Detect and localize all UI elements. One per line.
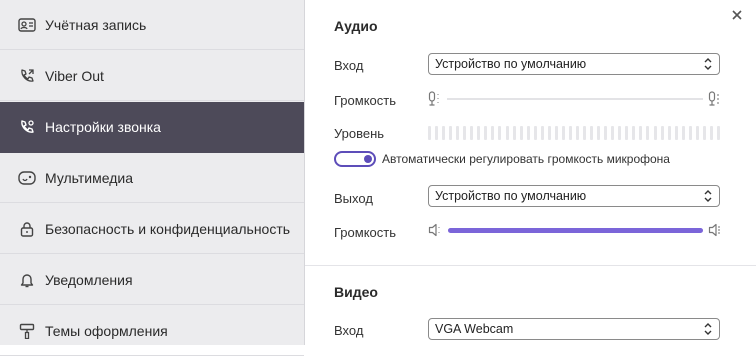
level-segment (575, 126, 579, 140)
level-segment (639, 126, 643, 140)
level-segment (716, 126, 720, 140)
sidebar-item-account[interactable]: Учётная запись (0, 0, 304, 50)
level-segment (540, 126, 544, 140)
sidebar-item-label: Viber Out (45, 67, 104, 84)
sidebar-item-label: Уведомления (45, 271, 133, 288)
level-label: Уровень (334, 126, 385, 141)
sidebar-item-viber-out[interactable]: Viber Out (0, 51, 304, 101)
section-divider (305, 265, 756, 266)
level-segment (618, 126, 622, 140)
level-segment (484, 126, 488, 140)
video-input-label: Вход (334, 323, 364, 338)
sidebar-item-label: Настройки звонка (45, 119, 161, 135)
level-segment (470, 126, 474, 140)
level-segment (554, 126, 558, 140)
output-volume-fill (448, 228, 703, 233)
mic-low-icon (428, 91, 442, 110)
level-segment (442, 126, 446, 140)
level-segment (681, 126, 685, 140)
toggle-knob (364, 155, 372, 163)
level-segment (505, 126, 509, 140)
account-card-icon (18, 16, 36, 34)
audio-output-label: Выход (334, 191, 373, 206)
level-segment (449, 126, 453, 140)
level-segment (583, 126, 587, 140)
sidebar-item-security[interactable]: Безопасность и конфиденциальность (0, 204, 304, 254)
level-segment (688, 126, 692, 140)
level-segment (435, 126, 439, 140)
close-icon[interactable] (730, 8, 744, 22)
level-segment (519, 126, 523, 140)
sidebar-item-label: Мультимедиа (45, 169, 133, 186)
video-input-select[interactable]: VGA Webcam (428, 318, 720, 340)
level-segment (477, 126, 481, 140)
lock-icon (18, 220, 36, 238)
chevron-updown-icon (703, 57, 713, 74)
level-segment (646, 126, 650, 140)
level-segment (667, 126, 671, 140)
level-meter (428, 126, 720, 140)
speaker-low-icon (428, 223, 444, 240)
chevron-updown-icon (703, 189, 713, 206)
output-volume-label: Громкость (334, 225, 396, 240)
audio-input-value: Устройство по умолчанию (435, 57, 587, 71)
level-segment (660, 126, 664, 140)
level-segment (632, 126, 636, 140)
level-segment (674, 126, 678, 140)
input-volume-slider[interactable] (447, 98, 703, 100)
level-segment (428, 126, 431, 140)
sidebar-item-label: Безопасность и конфиденциальность (45, 220, 291, 237)
auto-adjust-toggle[interactable] (334, 151, 376, 167)
paint-roller-icon (18, 322, 36, 340)
level-segment (590, 126, 594, 140)
level-segment (597, 126, 601, 140)
speaker-high-icon (708, 223, 724, 240)
sidebar-item-notifications[interactable]: Уведомления (0, 255, 304, 305)
multimedia-icon (18, 169, 36, 187)
auto-adjust-label: Автоматически регулировать громкость мик… (382, 152, 670, 166)
level-segment (709, 126, 713, 140)
audio-section-title: Аудио (334, 18, 378, 34)
sidebar-item-themes[interactable]: Темы оформления (0, 306, 304, 356)
settings-sidebar: Учётная запись Viber Out Настройки звонк… (0, 0, 305, 356)
level-segment (695, 126, 699, 140)
level-segment (547, 126, 551, 140)
level-segment (533, 126, 537, 140)
level-segment (498, 126, 502, 140)
chevron-updown-icon (703, 322, 713, 339)
phone-outgoing-icon (18, 67, 36, 85)
audio-input-select[interactable]: Устройство по умолчанию (428, 53, 720, 75)
level-segment (512, 126, 516, 140)
sidebar-item-call-settings[interactable]: Настройки звонка (0, 102, 304, 153)
level-segment (611, 126, 615, 140)
sidebar-item-multimedia[interactable]: Мультимедиа (0, 153, 304, 203)
level-segment (568, 126, 572, 140)
level-segment (456, 126, 460, 140)
audio-output-value: Устройство по умолчанию (435, 189, 587, 203)
level-segment (604, 126, 608, 140)
audio-input-label: Вход (334, 58, 364, 73)
level-segment (491, 126, 495, 140)
level-segment (702, 126, 706, 140)
bell-icon (18, 271, 36, 289)
video-section-title: Видео (334, 284, 378, 300)
sidebar-item-label: Темы оформления (45, 322, 168, 339)
level-segment (561, 126, 565, 140)
level-segment (526, 126, 530, 140)
input-volume-label: Громкость (334, 93, 396, 108)
call-settings-panel: Аудио Вход Устройство по умолчанию Громк… (305, 0, 756, 345)
audio-output-select[interactable]: Устройство по умолчанию (428, 185, 720, 207)
level-segment (625, 126, 629, 140)
mic-high-icon (708, 91, 722, 110)
level-segment (463, 126, 467, 140)
sidebar-item-label: Учётная запись (45, 16, 147, 33)
level-segment (653, 126, 657, 140)
call-settings-icon (18, 118, 36, 136)
video-input-value: VGA Webcam (435, 322, 514, 336)
